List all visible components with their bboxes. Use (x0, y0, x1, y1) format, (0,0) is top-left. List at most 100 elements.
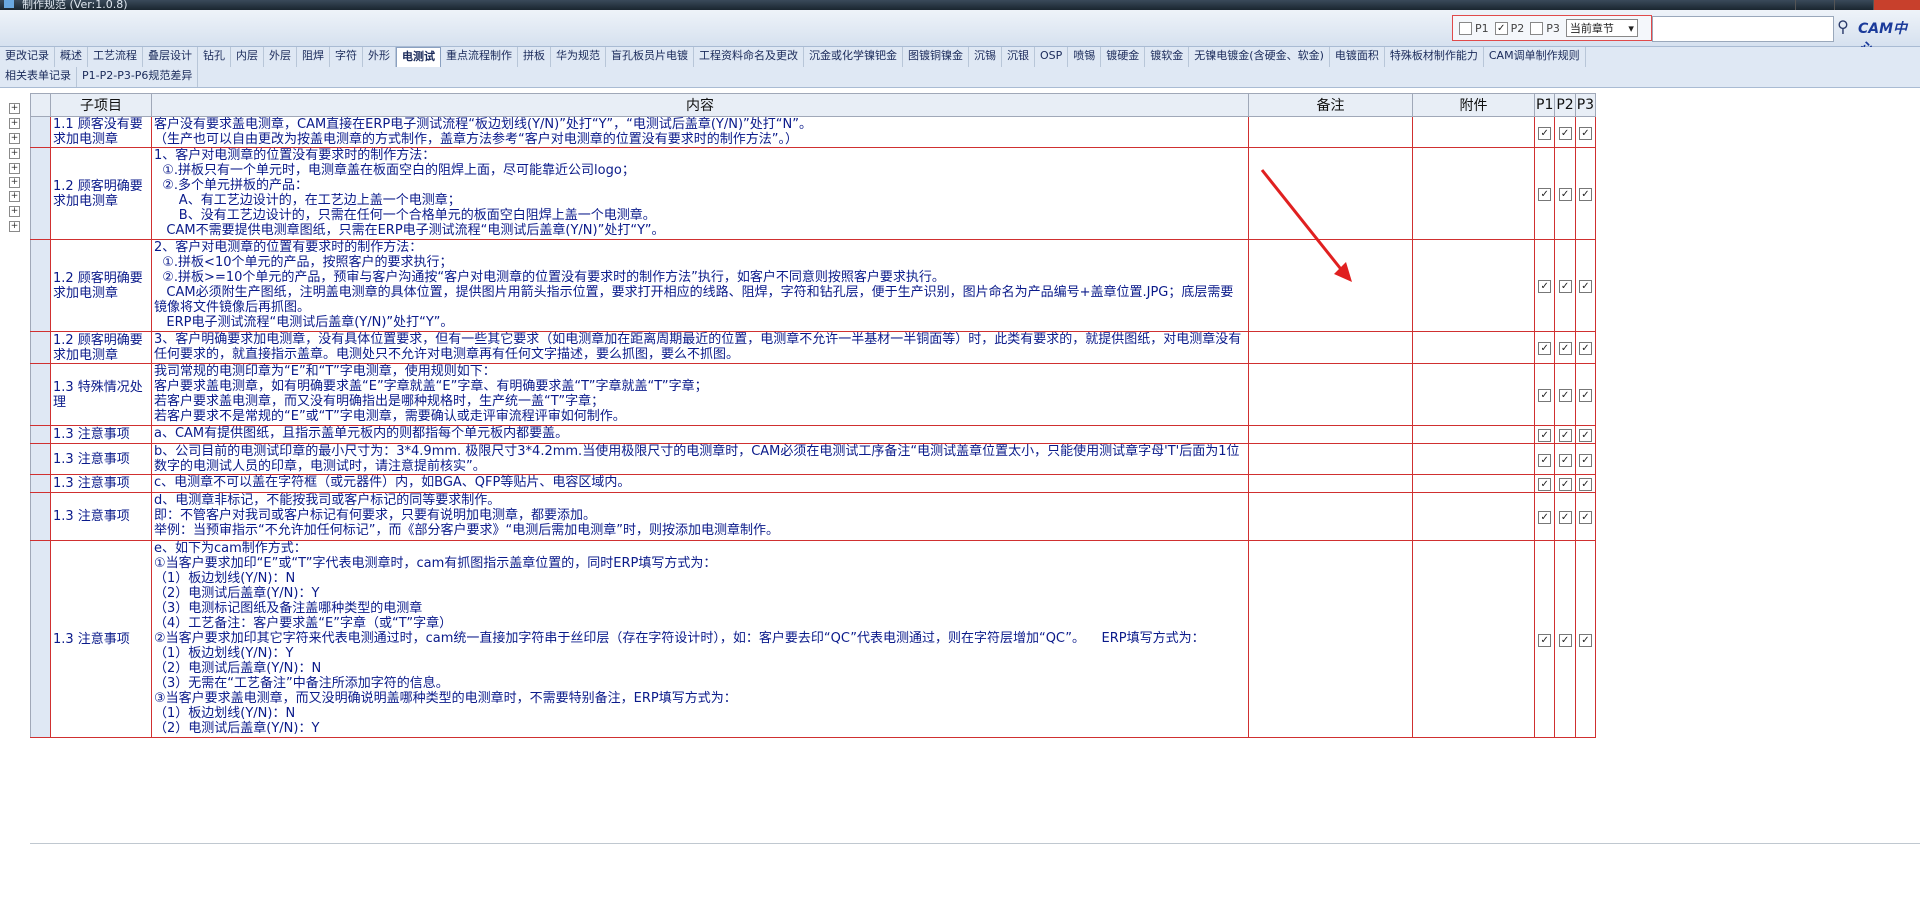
p3-checkbox[interactable]: ✓ (1578, 188, 1592, 201)
attach-cell[interactable] (1412, 540, 1535, 738)
p1-checkbox[interactable]: ✓ (1538, 633, 1552, 647)
p2-checkbox[interactable]: ✓ (1558, 633, 1572, 647)
expand-icon[interactable]: + (9, 163, 20, 174)
tab-9[interactable]: 外形 (363, 47, 396, 67)
attach-cell[interactable] (1412, 239, 1535, 332)
scope-select[interactable]: 当前章节 ▾ (1565, 19, 1638, 37)
remark-cell[interactable] (1248, 474, 1413, 493)
p3-checkbox[interactable]: ✓ (1578, 342, 1592, 355)
tab-25[interactable]: 电镀面积 (1330, 47, 1385, 67)
remark-cell[interactable] (1248, 147, 1413, 240)
p2-checkbox[interactable]: ✓ (1558, 188, 1572, 201)
attach-cell[interactable] (1412, 492, 1535, 541)
tab-18[interactable]: 沉锡 (969, 47, 1002, 67)
tab-20[interactable]: OSP (1035, 47, 1069, 67)
tab-12[interactable]: 拼板 (518, 47, 551, 67)
col-header-content[interactable]: 内容 (151, 93, 1249, 117)
attach-cell[interactable] (1412, 425, 1535, 444)
attach-cell[interactable] (1412, 443, 1535, 475)
table-row[interactable]: 1.3 特殊情况处理 我司常规的电测印章为“E”和“T”字电测章，使用规则如下： … (30, 363, 1597, 426)
attach-cell[interactable] (1412, 116, 1535, 148)
table-row[interactable]: 1.2 顾客明确要求加电测章 3、客户明确要求加电测章，没有具体位置要求，但有一些… (30, 331, 1597, 364)
col-header-attach[interactable]: 附件 (1412, 93, 1535, 117)
close-button[interactable] (1873, 0, 1920, 10)
col-header-p1[interactable]: P1 (1533, 93, 1556, 117)
expand-icon[interactable]: + (9, 177, 20, 188)
row-selector[interactable] (30, 474, 51, 493)
row-selector[interactable] (30, 147, 51, 240)
tab-4[interactable]: 钻孔 (198, 47, 231, 67)
subtab-0[interactable]: 相关表单记录 (0, 67, 77, 87)
subtab-1[interactable]: P1-P2-P3-P6规范差异 (77, 67, 199, 87)
p2-checkbox[interactable]: ✓ (1558, 280, 1572, 293)
p3-checkbox[interactable] (1530, 21, 1544, 35)
tab-6[interactable]: 外层 (264, 47, 297, 67)
remark-cell[interactable] (1248, 363, 1413, 426)
p3-checkbox[interactable]: ✓ (1578, 633, 1592, 647)
tab-15[interactable]: 工程资料命名及更改 (694, 47, 804, 67)
expand-icon[interactable]: + (9, 221, 20, 232)
p2-checkbox[interactable]: ✓ (1558, 453, 1572, 467)
remark-cell[interactable] (1248, 425, 1413, 444)
remark-cell[interactable] (1248, 331, 1413, 364)
p1-checkbox[interactable]: ✓ (1538, 478, 1552, 491)
expand-icon[interactable]: + (9, 191, 20, 202)
expand-icon[interactable]: + (9, 206, 20, 217)
expand-icon[interactable]: + (9, 118, 20, 129)
col-header-p3[interactable]: P3 (1574, 93, 1597, 117)
row-selector[interactable] (30, 443, 51, 475)
attach-cell[interactable] (1412, 363, 1535, 426)
p2-checkbox[interactable]: ✓ (1558, 342, 1572, 355)
p1-checkbox[interactable]: ✓ (1538, 280, 1552, 293)
p2-checkbox[interactable]: ✓ (1558, 389, 1572, 402)
remark-cell[interactable] (1248, 116, 1413, 148)
tab-14[interactable]: 盲孔板员片电镀 (606, 47, 694, 67)
p3-checkbox[interactable]: ✓ (1578, 429, 1592, 442)
maximize-button[interactable] (1834, 0, 1873, 10)
tab-27[interactable]: CAM调单制作规则 (1484, 47, 1586, 67)
p3-checkbox[interactable]: ✓ (1578, 478, 1592, 491)
p3-checkbox[interactable]: ✓ (1578, 389, 1592, 402)
row-selector[interactable] (30, 363, 51, 426)
remark-cell[interactable] (1248, 540, 1413, 738)
tab-11[interactable]: 重点流程制作 (441, 47, 518, 67)
tab-17[interactable]: 图镀铜镍金 (903, 47, 969, 67)
search-input[interactable] (1652, 16, 1834, 42)
p1-checkbox[interactable]: ✓ (1538, 511, 1552, 524)
p1-checkbox[interactable]: ✓ (1538, 126, 1552, 140)
table-row[interactable]: 1.3 注意事项 b、公司目前的电测试印章的最小尺寸为：3*4.9mm. 极限尺寸… (30, 443, 1597, 475)
tab-26[interactable]: 特殊板材制作能力 (1385, 47, 1484, 67)
table-row[interactable]: 1.3 注意事项 a、CAM有提供图纸，且指示盖单元板内的则都指每个单元板内都要盖… (30, 425, 1597, 444)
p1-checkbox[interactable]: ✓ (1538, 389, 1552, 402)
p1-checkbox[interactable]: ✓ (1538, 188, 1552, 201)
col-header-item[interactable]: 子项目 (50, 93, 152, 117)
p3-checkbox[interactable]: ✓ (1578, 126, 1592, 140)
p2-checkbox[interactable]: ✓ (1558, 126, 1572, 140)
tab-1[interactable]: 概述 (55, 47, 88, 67)
expand-icon[interactable]: + (9, 148, 20, 159)
tab-7[interactable]: 阻焊 (297, 47, 330, 67)
row-selector[interactable] (30, 239, 51, 332)
p2-checkbox[interactable]: ✓ (1558, 429, 1572, 442)
table-row[interactable]: 1.3 注意事项 c、电测章不可以盖在字符框（或元器件）内，如BGA、QFP等贴片… (30, 474, 1597, 493)
expand-icon[interactable]: + (9, 103, 20, 114)
table-row[interactable]: 1.1 顾客没有要求加电测章 客户没有要求盖电测章，CAM直接在ERP电子测试流程… (30, 116, 1597, 148)
tab-22[interactable]: 镀硬金 (1101, 47, 1146, 67)
p1-checkbox[interactable]: ✓ (1538, 453, 1552, 467)
remark-cell[interactable] (1248, 239, 1413, 332)
p3-checkbox[interactable]: ✓ (1578, 511, 1592, 524)
expand-icon[interactable]: + (9, 133, 20, 144)
p1-checkbox[interactable]: ✓ (1538, 429, 1552, 442)
attach-cell[interactable] (1412, 147, 1535, 240)
col-header-p2[interactable]: P2 (1554, 93, 1576, 117)
minimize-button[interactable] (1795, 0, 1834, 10)
tab-13[interactable]: 华为规范 (551, 47, 606, 67)
row-selector[interactable] (30, 540, 51, 738)
attach-cell[interactable] (1412, 474, 1535, 493)
p2-checkbox[interactable]: ✓ (1558, 478, 1572, 491)
attach-cell[interactable] (1412, 331, 1535, 364)
tab-8[interactable]: 字符 (330, 47, 363, 67)
search-icon[interactable]: ⚲ (1831, 16, 1855, 38)
tab-21[interactable]: 喷锡 (1068, 47, 1102, 67)
tab-3[interactable]: 叠层设计 (143, 47, 198, 67)
